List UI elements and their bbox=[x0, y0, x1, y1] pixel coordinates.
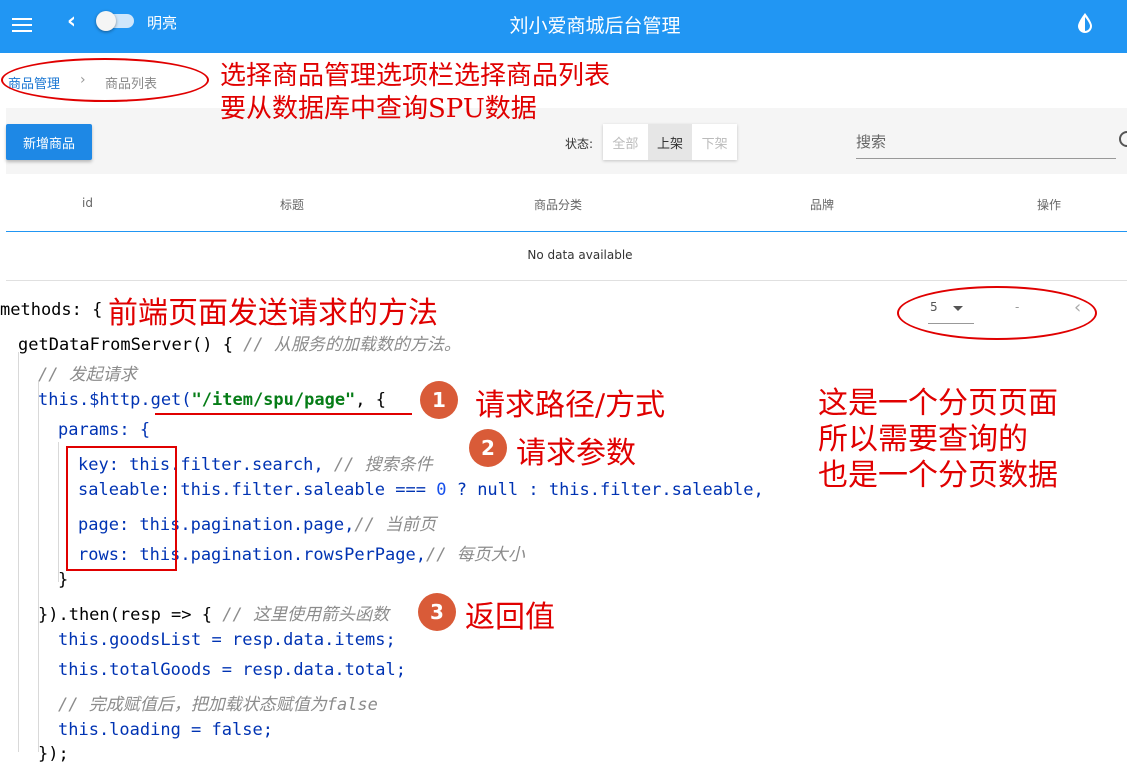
annotation-note: 返回值 bbox=[465, 600, 555, 635]
code-comment: // 这里使用箭头函数 bbox=[222, 605, 389, 625]
status-option-all[interactable]: 全部 bbox=[603, 124, 648, 160]
empty-table-message: No data available bbox=[527, 248, 633, 262]
request-path-underline bbox=[155, 413, 412, 415]
pagination-highlight-ellipse bbox=[897, 286, 1097, 340]
code-line: saleable: this.filter.saleable === 0 ? n… bbox=[78, 480, 764, 500]
column-header-brand[interactable]: 品牌 bbox=[810, 196, 834, 213]
step-badge-1: 1 bbox=[420, 381, 458, 419]
annotation-note: 要从数据库中查询SPU数据 bbox=[220, 94, 537, 124]
code-line: params: { bbox=[58, 420, 151, 440]
indent-guide bbox=[58, 442, 59, 582]
code-comment: // 从服务的加载数的方法。 bbox=[243, 335, 461, 355]
breadcrumb-highlight-ellipse bbox=[1, 58, 209, 102]
code-line: this.loading = false; bbox=[58, 720, 273, 740]
status-toggle-group: 全部 上架 下架 bbox=[603, 124, 737, 160]
step-badge-2: 2 bbox=[469, 429, 507, 467]
status-option-off-sale[interactable]: 下架 bbox=[692, 124, 737, 160]
annotation-note: 也是一个分页数据 bbox=[818, 458, 1058, 493]
code-text: getDataFromServer() { bbox=[18, 335, 244, 355]
status-label: 状态: bbox=[565, 137, 594, 151]
annotation-note: 前端页面发送请求的方法 bbox=[108, 296, 438, 331]
annotation-note: 请求路径/方式 bbox=[475, 388, 666, 423]
drop-icon[interactable] bbox=[1076, 12, 1094, 34]
params-highlight-box bbox=[66, 446, 177, 571]
annotation-note: 选择商品管理选项栏选择商品列表 bbox=[220, 61, 611, 91]
code-text: ? null : this.filter.saleable, bbox=[446, 480, 764, 500]
code-line: }); bbox=[38, 744, 69, 764]
code-line: methods: { bbox=[0, 300, 103, 320]
search-input[interactable]: 搜索 bbox=[856, 131, 1116, 159]
code-comment: // 发起请求 bbox=[38, 365, 137, 385]
code-line: this.totalGoods = resp.data.total; bbox=[58, 660, 406, 680]
code-comment: // 每页大小 bbox=[426, 545, 525, 565]
code-line: } bbox=[58, 570, 69, 590]
code-line: getDataFromServer() { // 从服务的加载数的方法。 bbox=[18, 330, 461, 355]
column-header-id[interactable]: id bbox=[82, 196, 93, 210]
app-title: 刘小爱商城后台管理 bbox=[509, 15, 681, 37]
indent-guide bbox=[18, 352, 19, 752]
code-comment: // 当前页 bbox=[354, 515, 437, 535]
code-line: }).then(resp => { // 这里使用箭头函数 bbox=[38, 600, 389, 625]
status-option-on-sale[interactable]: 上架 bbox=[647, 124, 693, 160]
column-header-title[interactable]: 标题 bbox=[280, 196, 304, 213]
code-comment: // 完成赋值后，把加载状态赋值为false bbox=[58, 695, 378, 715]
column-header-actions: 操作 bbox=[1037, 198, 1062, 212]
code-comment: // 搜索条件 bbox=[333, 455, 433, 475]
table-divider bbox=[6, 280, 1127, 281]
code-line: this.goodsList = resp.data.items; bbox=[58, 630, 396, 650]
code-line: this.$http.get("/item/spu/page", { bbox=[38, 390, 386, 410]
code-string: "/item/spu/page" bbox=[191, 390, 356, 410]
add-product-button[interactable]: 新增商品 bbox=[6, 124, 92, 160]
step-badge-3: 3 bbox=[418, 593, 456, 631]
annotation-note: 请求参数 bbox=[516, 436, 636, 471]
column-header-category[interactable]: 商品分类 bbox=[534, 196, 582, 213]
code-text: , { bbox=[355, 390, 387, 410]
indent-guide bbox=[38, 382, 39, 752]
code-number: 0 bbox=[436, 480, 447, 500]
code-text: this.$http.get( bbox=[38, 390, 192, 410]
code-text: }).then(resp => { bbox=[38, 605, 223, 625]
